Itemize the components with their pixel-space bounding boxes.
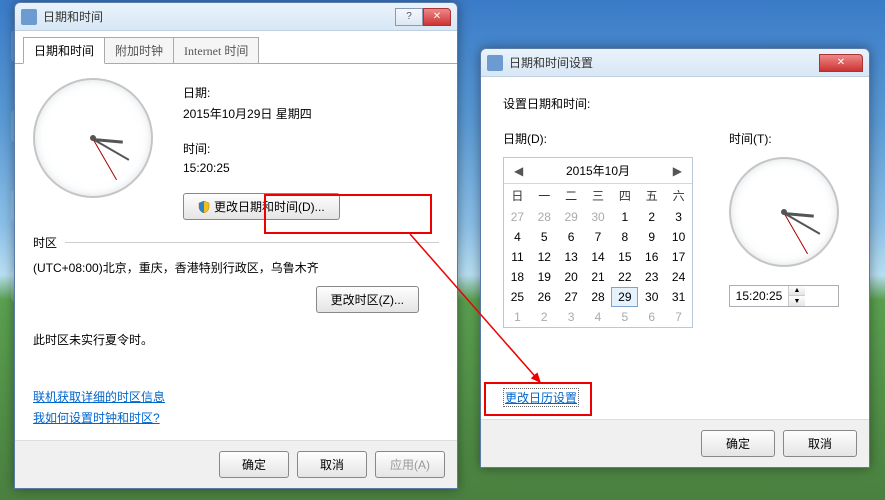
titlebar[interactable]: 日期和时间 ? ✕	[15, 3, 457, 31]
calendar-day[interactable]: 2	[531, 307, 558, 327]
calendar-day[interactable]: 27	[504, 207, 531, 227]
window-title: 日期和时间	[43, 8, 395, 25]
timezone-heading: 时区	[33, 234, 57, 251]
calendar-day[interactable]: 16	[638, 247, 665, 267]
calendar-day[interactable]: 31	[665, 287, 692, 307]
ok-button[interactable]: 确定	[701, 430, 775, 457]
analog-clock	[33, 78, 153, 198]
calendar-day[interactable]: 1	[504, 307, 531, 327]
timezone-value: (UTC+08:00)北京，重庆，香港特别行政区，乌鲁木齐	[33, 259, 439, 276]
time-spin-up[interactable]: ▲	[789, 286, 805, 296]
datetime-settings-window: 日期和时间设置 ✕ 设置日期和时间: 日期(D): ◀ 2015年10月 ▶ 日…	[480, 48, 870, 468]
tab-internet-time[interactable]: Internet 时间	[173, 37, 259, 63]
window-title: 日期和时间设置	[509, 54, 819, 71]
calendar-day[interactable]: 3	[665, 207, 692, 227]
calendar-day[interactable]: 3	[558, 307, 585, 327]
window-icon	[487, 55, 503, 71]
calendar-day[interactable]: 8	[611, 227, 638, 247]
calendar-dow-header: 一	[531, 184, 558, 207]
time-label: 时间(T):	[729, 130, 839, 147]
close-button[interactable]: ✕	[423, 8, 451, 26]
dialog-buttons: 确定 取消	[481, 419, 869, 467]
calendar-day[interactable]: 11	[504, 247, 531, 267]
titlebar[interactable]: 日期和时间设置 ✕	[481, 49, 869, 77]
calendar-day[interactable]: 29	[611, 287, 638, 307]
close-button[interactable]: ✕	[819, 54, 863, 72]
dialog-buttons: 确定 取消 应用(A)	[15, 440, 457, 488]
ok-button[interactable]: 确定	[219, 451, 289, 478]
calendar-day[interactable]: 7	[665, 307, 692, 327]
help-button[interactable]: ?	[395, 8, 423, 26]
calendar-day[interactable]: 4	[585, 307, 612, 327]
time-value: 15:20:25	[183, 161, 340, 175]
calendar: ◀ 2015年10月 ▶ 日一二三四五六27282930123456789101…	[503, 157, 693, 328]
calendar-day[interactable]: 13	[558, 247, 585, 267]
time-label: 时间:	[183, 140, 340, 157]
date-time-window: 日期和时间 ? ✕ 日期和时间 附加时钟 Internet 时间 日期: 201…	[14, 2, 458, 489]
calendar-day[interactable]: 24	[665, 267, 692, 287]
calendar-day[interactable]: 28	[585, 287, 612, 307]
calendar-day[interactable]: 1	[611, 207, 638, 227]
tab-additional-clocks[interactable]: 附加时钟	[104, 37, 174, 63]
calendar-day[interactable]: 6	[638, 307, 665, 327]
prev-month-button[interactable]: ◀	[510, 164, 527, 178]
calendar-day[interactable]: 30	[638, 287, 665, 307]
calendar-dow-header: 三	[585, 184, 612, 207]
time-input[interactable]	[730, 289, 788, 303]
calendar-day[interactable]: 7	[585, 227, 612, 247]
calendar-day[interactable]: 29	[558, 207, 585, 227]
calendar-day[interactable]: 26	[531, 287, 558, 307]
dst-note: 此时区未实行夏令时。	[33, 331, 439, 348]
calendar-settings-link[interactable]: 更改日历设置	[503, 388, 579, 407]
calendar-day[interactable]: 5	[611, 307, 638, 327]
calendar-day[interactable]: 12	[531, 247, 558, 267]
calendar-dow-header: 日	[504, 184, 531, 207]
calendar-day[interactable]: 4	[504, 227, 531, 247]
cancel-button[interactable]: 取消	[783, 430, 857, 457]
settings-heading: 设置日期和时间:	[503, 95, 847, 112]
calendar-month-title: 2015年10月	[566, 162, 630, 179]
calendar-dow-header: 二	[558, 184, 585, 207]
calendar-day[interactable]: 22	[611, 267, 638, 287]
calendar-day[interactable]: 30	[585, 207, 612, 227]
calendar-day[interactable]: 18	[504, 267, 531, 287]
calendar-dow-header: 四	[611, 184, 638, 207]
tab-datetime[interactable]: 日期和时间	[23, 37, 105, 64]
calendar-day[interactable]: 5	[531, 227, 558, 247]
calendar-dow-header: 五	[638, 184, 665, 207]
time-input-field[interactable]: ▲ ▼	[729, 285, 839, 307]
calendar-day[interactable]: 14	[585, 247, 612, 267]
calendar-day[interactable]: 19	[531, 267, 558, 287]
calendar-day[interactable]: 6	[558, 227, 585, 247]
date-value: 2015年10月29日 星期四	[183, 105, 340, 122]
how-to-set-clock-link[interactable]: 我如何设置时钟和时区?	[33, 409, 160, 426]
calendar-day[interactable]: 10	[665, 227, 692, 247]
time-spin-down[interactable]: ▼	[789, 296, 805, 306]
calendar-day[interactable]: 20	[558, 267, 585, 287]
date-label: 日期(D):	[503, 130, 693, 147]
change-timezone-button[interactable]: 更改时区(Z)...	[316, 286, 419, 313]
calendar-day[interactable]: 2	[638, 207, 665, 227]
calendar-day[interactable]: 17	[665, 247, 692, 267]
calendar-day[interactable]: 9	[638, 227, 665, 247]
analog-clock	[729, 157, 839, 267]
apply-button[interactable]: 应用(A)	[375, 451, 445, 478]
date-label: 日期:	[183, 84, 340, 101]
calendar-day[interactable]: 27	[558, 287, 585, 307]
calendar-day[interactable]: 21	[585, 267, 612, 287]
calendar-day[interactable]: 15	[611, 247, 638, 267]
tab-strip: 日期和时间 附加时钟 Internet 时间	[15, 31, 457, 63]
cancel-button[interactable]: 取消	[297, 451, 367, 478]
change-datetime-button[interactable]: 更改日期和时间(D)...	[183, 193, 340, 220]
shield-icon	[198, 201, 210, 213]
calendar-dow-header: 六	[665, 184, 692, 207]
online-tz-info-link[interactable]: 联机获取详细的时区信息	[33, 388, 165, 405]
calendar-day[interactable]: 23	[638, 267, 665, 287]
calendar-day[interactable]: 25	[504, 287, 531, 307]
calendar-day[interactable]: 28	[531, 207, 558, 227]
next-month-button[interactable]: ▶	[669, 164, 686, 178]
window-icon	[21, 9, 37, 25]
